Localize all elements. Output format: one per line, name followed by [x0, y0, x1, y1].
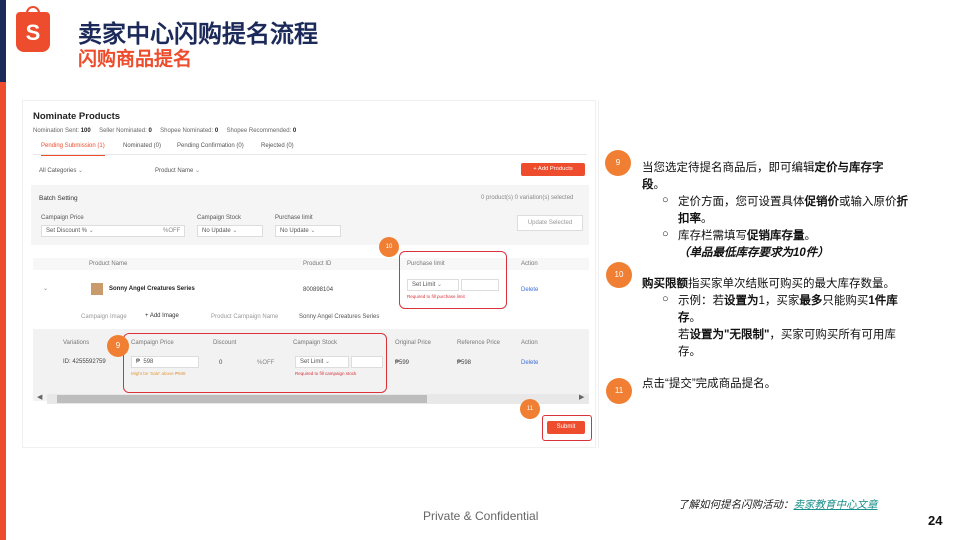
- update-selected-button[interactable]: Update Selected: [517, 215, 583, 231]
- tab-rejected[interactable]: Rejected (0): [261, 143, 294, 149]
- accent-bar-bottom: [0, 82, 6, 540]
- product-name-filter[interactable]: Product Name: [155, 167, 200, 174]
- col-product-name: Product Name: [89, 261, 128, 267]
- reference-price: ₱598: [457, 360, 472, 366]
- batch-title: Batch Setting: [39, 195, 78, 202]
- instruction-10a: 示例：若设置为1，买家最多只能购买1件库存。 若设置为"无限制"，买家可购买所有…: [678, 295, 898, 358]
- instruction-11: 点击“提交”完成商品提名。: [642, 378, 777, 390]
- nomination-counts: Nomination Sent: 100 Seller Nominated: 0…: [33, 128, 297, 134]
- campaign-image-label: Campaign Image: [81, 314, 127, 320]
- chevron-down-icon[interactable]: ⌄: [43, 285, 48, 292]
- tab-nominated[interactable]: Nominated (0): [123, 143, 161, 149]
- original-price: ₱599: [395, 360, 410, 366]
- step-badge-11: 11: [520, 399, 540, 419]
- page-subtitle: 闪购商品提名: [78, 49, 193, 70]
- instruction-badge-10: 10: [606, 262, 632, 288]
- instruction-9: 当您选定待提名商品后，即可编辑定价与库存字段。: [642, 162, 884, 191]
- delete-variation-link[interactable]: Delete: [521, 360, 538, 366]
- product-thumbnail: [91, 283, 103, 295]
- instruction-9b: 库存栏需填写促销库存量。 （单品最低库存要求为10件）: [678, 230, 829, 259]
- bullet-circle-icon: ○: [662, 194, 669, 206]
- sub-col-action: Action: [521, 340, 538, 346]
- confidential-label: Private & Confidential: [423, 509, 539, 523]
- instruction-9a: 定价方面，您可设置具体促销价或输入原价折扣率。: [678, 196, 908, 225]
- campaign-name-label: Product Campaign Name: [211, 314, 279, 320]
- campaign-price-suffix: %OFF: [163, 228, 181, 234]
- sub-col-original-price: Original Price: [395, 340, 432, 346]
- page-number: 24: [928, 513, 943, 528]
- step-badge-10: 10: [379, 237, 399, 257]
- step-badge-9: 9: [107, 335, 129, 357]
- category-filter[interactable]: All Categories: [39, 167, 83, 174]
- nominate-products-panel: Nominate Products Nomination Sent: 100 S…: [22, 100, 596, 448]
- instruction-badge-11: 11: [606, 378, 632, 404]
- col-action: Action: [521, 261, 538, 267]
- delete-product-link[interactable]: Delete: [521, 287, 538, 293]
- campaign-stock-label: Campaign Stock: [197, 215, 242, 221]
- campaign-stock-select[interactable]: No Update: [197, 225, 263, 237]
- tab-pending-confirmation[interactable]: Pending Confirmation (0): [177, 143, 244, 149]
- panel-divider: [598, 100, 599, 448]
- scroll-left-icon[interactable]: ◀: [37, 393, 42, 401]
- product-name: Sonny Angel Creatures Series: [109, 286, 195, 292]
- purchase-limit-select[interactable]: No Update: [275, 225, 341, 237]
- learn-more-note: 了解如何提名闪购活动：卖家教育中心文章: [678, 499, 878, 511]
- add-image-button[interactable]: + Add Image: [145, 313, 179, 319]
- bullet-circle-icon: ○: [662, 228, 669, 240]
- product-id: 800898104: [303, 287, 334, 293]
- panel-title: Nominate Products: [33, 111, 121, 122]
- instruction-10: 购买限额指买家单次结账可购买的最大库存数量。: [642, 278, 895, 290]
- price-stock-highlight: [123, 333, 387, 393]
- instruction-badge-9: 9: [605, 150, 631, 176]
- sub-col-variations: Variations: [63, 340, 90, 346]
- shopee-logo-icon: S: [16, 6, 50, 52]
- variation-id: ID: 4255592759: [63, 359, 106, 365]
- add-products-button[interactable]: + Add Products: [521, 163, 585, 176]
- scroll-right-icon[interactable]: ▶: [579, 393, 584, 401]
- seller-education-link[interactable]: 卖家教育中心文章: [794, 499, 878, 511]
- purchase-limit-label: Purchase limit: [275, 215, 313, 221]
- campaign-price-label: Campaign Price: [41, 215, 84, 221]
- accent-bar-top: [0, 0, 6, 82]
- purchase-limit-highlight: [399, 251, 507, 309]
- horizontal-scrollbar[interactable]: [47, 394, 589, 404]
- submit-highlight: [542, 415, 592, 441]
- col-product-id: Product ID: [303, 261, 332, 267]
- campaign-name-value: Sonny Angel Creatures Series: [299, 314, 380, 320]
- tab-divider: [33, 154, 587, 155]
- sub-col-reference-price: Reference Price: [457, 340, 501, 346]
- selected-count: 0 product(s) 0 variation(s) selected: [481, 195, 574, 201]
- bullet-circle-icon: ○: [662, 293, 669, 305]
